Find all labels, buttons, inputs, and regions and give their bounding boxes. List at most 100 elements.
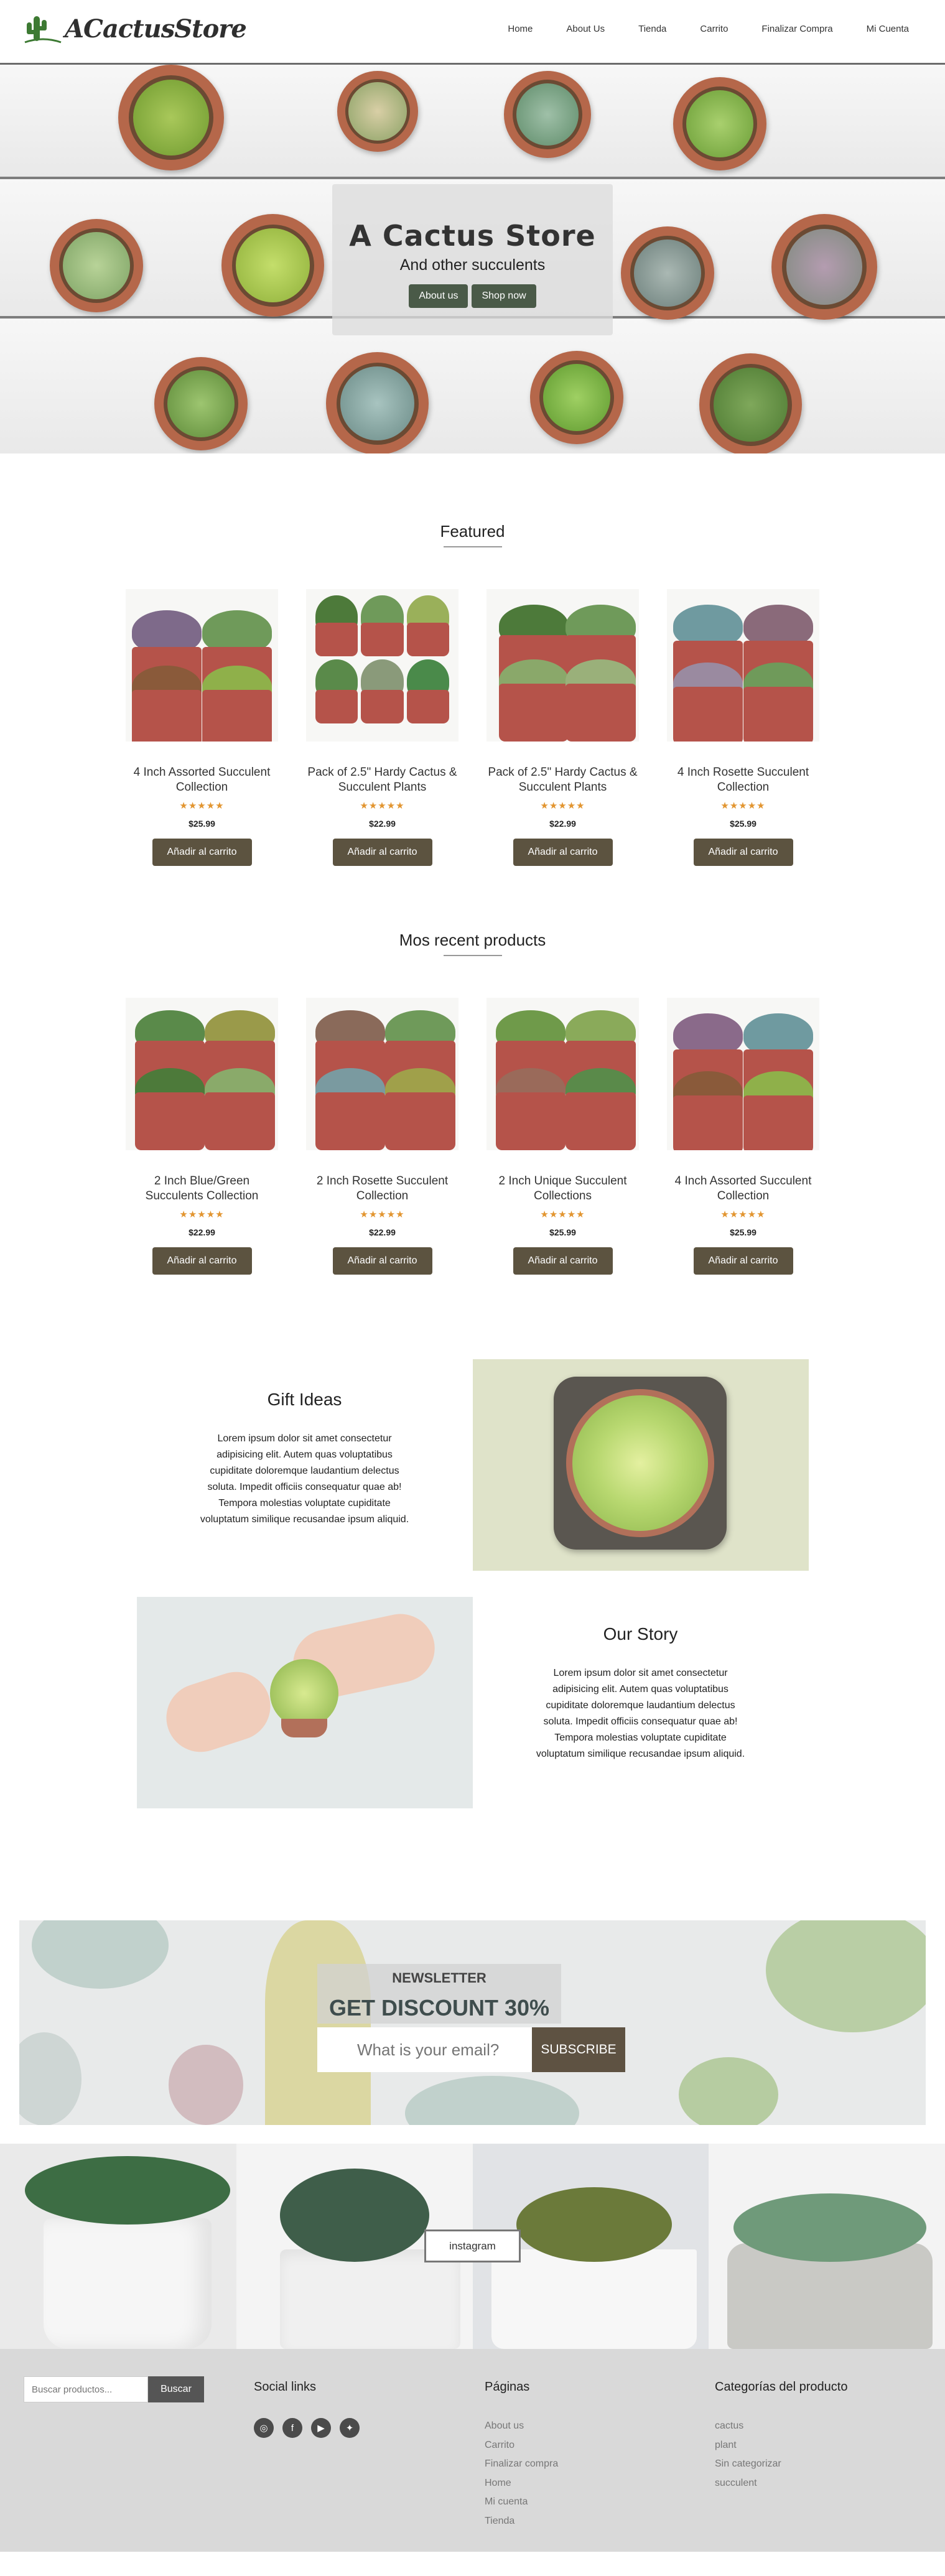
about-us-button[interactable]: About us (409, 284, 468, 308)
youtube-icon[interactable]: ▶ (311, 2418, 331, 2438)
site-logo[interactable]: ACactusStore (24, 11, 247, 46)
site-footer: Buscar Social links ◎ f ▶ ✦ Páginas Abou… (0, 2349, 945, 2552)
category-link-plant[interactable]: plant (715, 2436, 847, 2455)
footer-link-about-us[interactable]: About us (485, 2417, 558, 2436)
add-to-cart-button[interactable]: Añadir al carrito (332, 839, 432, 866)
potted-plant-image (154, 357, 248, 450)
product-image[interactable] (306, 998, 459, 1150)
potted-plant-image (699, 353, 802, 453)
title-divider (443, 955, 502, 956)
footer-search: Buscar (24, 2376, 204, 2402)
potted-plant-image (118, 65, 224, 170)
potted-plant-image (326, 352, 429, 453)
product-card: Pack of 2.5" Hardy Cactus & Succulent Pl… (306, 589, 459, 866)
product-image[interactable] (486, 589, 639, 742)
product-card: 4 Inch Assorted Succulent Collection ★★★… (126, 589, 278, 866)
featured-section: Featured 4 Inch Assorted Succulent Colle… (0, 453, 945, 866)
add-to-cart-button[interactable]: Añadir al carrito (513, 1247, 613, 1275)
add-to-cart-button[interactable]: Añadir al carrito (332, 1247, 432, 1275)
footer-link-tienda[interactable]: Tienda (485, 2512, 558, 2531)
newsletter-email-input[interactable] (317, 2027, 532, 2072)
gift-ideas-title: Gift Ideas (267, 1390, 342, 1409)
our-story-image (136, 1597, 473, 1808)
instagram-photo[interactable] (0, 2144, 236, 2349)
wood-plank (0, 319, 945, 453)
search-button[interactable]: Buscar (148, 2376, 204, 2402)
nav-mi-cuenta[interactable]: Mi Cuenta (867, 24, 909, 34)
instagram-label[interactable]: instagram (424, 2230, 521, 2262)
product-name[interactable]: Pack of 2.5" Hardy Cactus & Succulent Pl… (486, 765, 639, 795)
product-name[interactable]: Pack of 2.5" Hardy Cactus & Succulent Pl… (306, 765, 459, 795)
rating-stars: ★★★★★ (179, 801, 225, 811)
product-name[interactable]: 2 Inch Blue/Green Succulents Collection (126, 1174, 278, 1204)
rating-stars: ★★★★★ (540, 1209, 585, 1220)
product-name[interactable]: 2 Inch Rosette Succulent Collection (306, 1174, 459, 1204)
category-link-cactus[interactable]: cactus (715, 2417, 847, 2436)
gift-ideas-text: Lorem ipsum dolor sit amet consectetur a… (200, 1433, 409, 1525)
add-to-cart-button[interactable]: Añadir al carrito (152, 839, 252, 866)
product-card: 2 Inch Blue/Green Succulents Collection … (126, 998, 278, 1275)
product-image[interactable] (667, 589, 819, 742)
social-links-title: Social links (254, 2380, 317, 2394)
subscribe-button[interactable]: SUBSCRIBE (532, 2027, 625, 2072)
hero-subtitle: And other succulents (399, 256, 546, 274)
product-image[interactable] (306, 589, 459, 742)
potted-plant-image (50, 219, 143, 312)
nav-carrito[interactable]: Carrito (700, 24, 728, 34)
add-to-cart-button[interactable]: Añadir al carrito (152, 1247, 252, 1275)
recent-title: Mos recent products (399, 931, 546, 949)
categories-column: Categorías del producto cactus plant Sin… (715, 2380, 847, 2493)
add-to-cart-button[interactable]: Añadir al carrito (513, 839, 613, 866)
rating-stars: ★★★★★ (720, 1209, 766, 1220)
shop-now-button[interactable]: Shop now (472, 284, 536, 308)
rating-stars: ★★★★★ (360, 1209, 405, 1220)
main-nav: Home About Us Tienda Carrito Finalizar C… (508, 24, 909, 34)
product-image[interactable] (667, 998, 819, 1150)
product-price: $22.99 (369, 1227, 396, 1237)
footer-link-mi-cuenta[interactable]: Mi cuenta (485, 2493, 558, 2512)
add-to-cart-button[interactable]: Añadir al carrito (693, 1247, 793, 1275)
product-card: 4 Inch Assorted Succulent Collection ★★★… (667, 998, 819, 1275)
instagram-icon[interactable]: ◎ (254, 2418, 274, 2438)
category-link-succulent[interactable]: succulent (715, 2474, 847, 2493)
potted-plant-image (621, 226, 714, 320)
facebook-icon[interactable]: f (282, 2418, 302, 2438)
rating-stars: ★★★★★ (540, 801, 585, 811)
hero-overlay-box: A Cactus Store And other succulents Abou… (332, 184, 613, 335)
product-image[interactable] (126, 998, 278, 1150)
rating-stars: ★★★★★ (179, 1209, 225, 1220)
nav-tienda[interactable]: Tienda (638, 24, 666, 34)
add-to-cart-button[interactable]: Añadir al carrito (693, 839, 793, 866)
product-search-input[interactable] (24, 2376, 148, 2402)
product-price: $25.99 (189, 819, 215, 829)
product-price: $25.99 (730, 819, 756, 829)
gift-ideas-image (472, 1359, 809, 1571)
product-card: Pack of 2.5" Hardy Cactus & Succulent Pl… (486, 589, 639, 866)
product-name[interactable]: 4 Inch Assorted Succulent Collection (126, 765, 278, 795)
instagram-photo[interactable] (709, 2144, 945, 2349)
product-card: 2 Inch Unique Succulent Collections ★★★★… (486, 998, 639, 1275)
hero-banner: A Cactus Store And other succulents Abou… (0, 65, 945, 453)
site-header: ACactusStore Home About Us Tienda Carrit… (0, 0, 945, 65)
product-name[interactable]: 4 Inch Assorted Succulent Collection (667, 1174, 819, 1204)
product-card: 2 Inch Rosette Succulent Collection ★★★★… (306, 998, 459, 1275)
potted-plant-image (221, 214, 324, 317)
footer-link-home[interactable]: Home (485, 2474, 558, 2493)
product-name[interactable]: 4 Inch Rosette Succulent Collection (667, 765, 819, 795)
footer-link-carrito[interactable]: Carrito (485, 2436, 558, 2455)
our-story-title: Our Story (603, 1624, 678, 1644)
product-name[interactable]: 2 Inch Unique Succulent Collections (486, 1174, 639, 1204)
footer-link-finalizar-compra[interactable]: Finalizar compra (485, 2455, 558, 2474)
product-image[interactable] (126, 589, 278, 742)
nav-finalizar-compra[interactable]: Finalizar Compra (761, 24, 832, 34)
category-link-sin-categorizar[interactable]: Sin categorizar (715, 2455, 847, 2474)
nav-home[interactable]: Home (508, 24, 533, 34)
nav-about-us[interactable]: About Us (566, 24, 605, 34)
cactus-logo-icon (24, 16, 62, 44)
product-price: $25.99 (730, 1227, 756, 1237)
product-image[interactable] (486, 998, 639, 1150)
newsletter-banner: NEWSLETTER GET DISCOUNT 30% OFF SUBSCRIB… (19, 1920, 926, 2125)
title-divider (443, 546, 502, 547)
product-price: $22.99 (549, 819, 576, 829)
twitter-icon[interactable]: ✦ (340, 2418, 360, 2438)
